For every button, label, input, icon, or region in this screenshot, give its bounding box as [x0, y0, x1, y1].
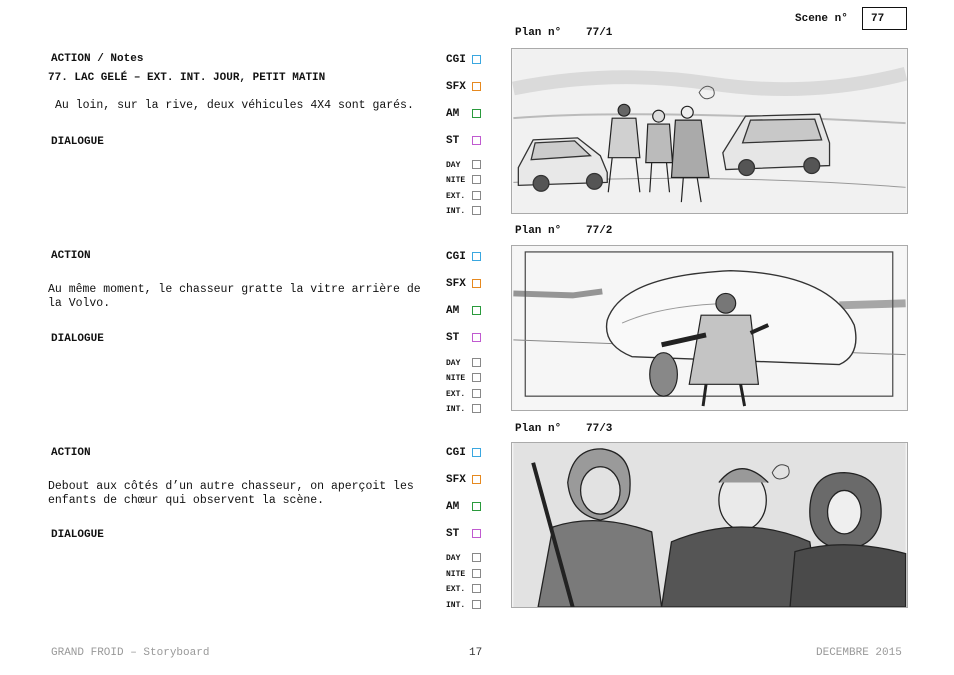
- int-label: INT.: [446, 405, 466, 414]
- action-text: Debout aux côtés d’un autre chasseur, on…: [48, 480, 414, 507]
- page-number: 17: [469, 647, 483, 659]
- ext-checkbox[interactable]: [472, 389, 481, 398]
- action-text: Au loin, sur la rive, deux véhicules 4X4…: [55, 99, 414, 112]
- scene-heading: 77. LAC GELÉ – EXT. INT. JOUR, PETIT MAT…: [48, 72, 326, 84]
- sfx-checkbox[interactable]: [472, 82, 481, 91]
- int-checkbox[interactable]: [472, 206, 481, 215]
- cgi-checkbox[interactable]: [472, 448, 481, 457]
- am-label: AM: [446, 501, 460, 513]
- sfx-checkbox[interactable]: [472, 279, 481, 288]
- action-heading: ACTION: [51, 250, 91, 262]
- footer-date: DECEMBRE 2015: [816, 647, 902, 659]
- sfx-label: SFX: [446, 81, 466, 93]
- sfx-checkbox[interactable]: [472, 475, 481, 484]
- ext-label: EXT.: [446, 585, 466, 594]
- storyboard-frame-77-2: [511, 245, 908, 411]
- am-label: AM: [446, 108, 460, 120]
- hunter-and-choirboys-sketch-icon: [513, 443, 907, 607]
- plan-label: Plan n°: [515, 423, 562, 435]
- scene-label: Scene n°: [795, 13, 848, 25]
- ext-label: EXT.: [446, 192, 466, 201]
- day-checkbox[interactable]: [472, 553, 481, 562]
- ext-label: EXT.: [446, 390, 466, 399]
- scene-number-box: 77: [862, 7, 907, 30]
- action-heading: ACTION / Notes: [51, 53, 144, 65]
- dialogue-heading: DIALOGUE: [51, 136, 104, 148]
- nite-checkbox[interactable]: [472, 569, 481, 578]
- dialogue-heading: DIALOGUE: [51, 529, 104, 541]
- am-checkbox[interactable]: [472, 109, 481, 118]
- ext-checkbox[interactable]: [472, 191, 481, 200]
- day-label: DAY: [446, 359, 461, 368]
- st-checkbox[interactable]: [472, 136, 481, 145]
- ext-checkbox[interactable]: [472, 584, 481, 593]
- am-checkbox[interactable]: [472, 502, 481, 511]
- day-checkbox[interactable]: [472, 160, 481, 169]
- am-checkbox[interactable]: [472, 306, 481, 315]
- plan-label: Plan n°: [515, 27, 562, 39]
- st-label: ST: [446, 528, 460, 540]
- cgi-label: CGI: [446, 54, 466, 66]
- st-checkbox[interactable]: [472, 529, 481, 538]
- nite-checkbox[interactable]: [472, 175, 481, 184]
- am-label: AM: [446, 305, 460, 317]
- cgi-label: CGI: [446, 251, 466, 263]
- nite-checkbox[interactable]: [472, 373, 481, 382]
- nite-label: NITE: [446, 374, 466, 383]
- storyboard-frame-77-3: [511, 442, 908, 608]
- st-label: ST: [446, 135, 460, 147]
- int-checkbox[interactable]: [472, 404, 481, 413]
- int-checkbox[interactable]: [472, 600, 481, 609]
- cgi-checkbox[interactable]: [472, 252, 481, 261]
- storyboard-frame-77-1: [511, 48, 908, 214]
- nite-label: NITE: [446, 570, 466, 579]
- plan-number: 77/3: [586, 423, 613, 435]
- nite-label: NITE: [446, 176, 466, 185]
- plan-label: Plan n°: [515, 225, 562, 237]
- cgi-checkbox[interactable]: [472, 55, 481, 64]
- snowy-lake-sketch-icon: [512, 49, 907, 213]
- cgi-label: CGI: [446, 447, 466, 459]
- day-label: DAY: [446, 161, 461, 170]
- sfx-label: SFX: [446, 278, 466, 290]
- int-label: INT.: [446, 601, 466, 610]
- plan-number: 77/1: [586, 27, 613, 39]
- action-heading: ACTION: [51, 447, 91, 459]
- action-text: Au même moment, le chasseur gratte la vi…: [48, 283, 421, 310]
- day-label: DAY: [446, 554, 461, 563]
- sfx-label: SFX: [446, 474, 466, 486]
- st-checkbox[interactable]: [472, 333, 481, 342]
- footer-title: GRAND FROID – Storyboard: [51, 647, 210, 659]
- day-checkbox[interactable]: [472, 358, 481, 367]
- plan-number: 77/2: [586, 225, 613, 237]
- dialogue-heading: DIALOGUE: [51, 333, 104, 345]
- hunter-scraping-car-sketch-icon: [513, 246, 906, 410]
- st-label: ST: [446, 332, 460, 344]
- int-label: INT.: [446, 207, 466, 216]
